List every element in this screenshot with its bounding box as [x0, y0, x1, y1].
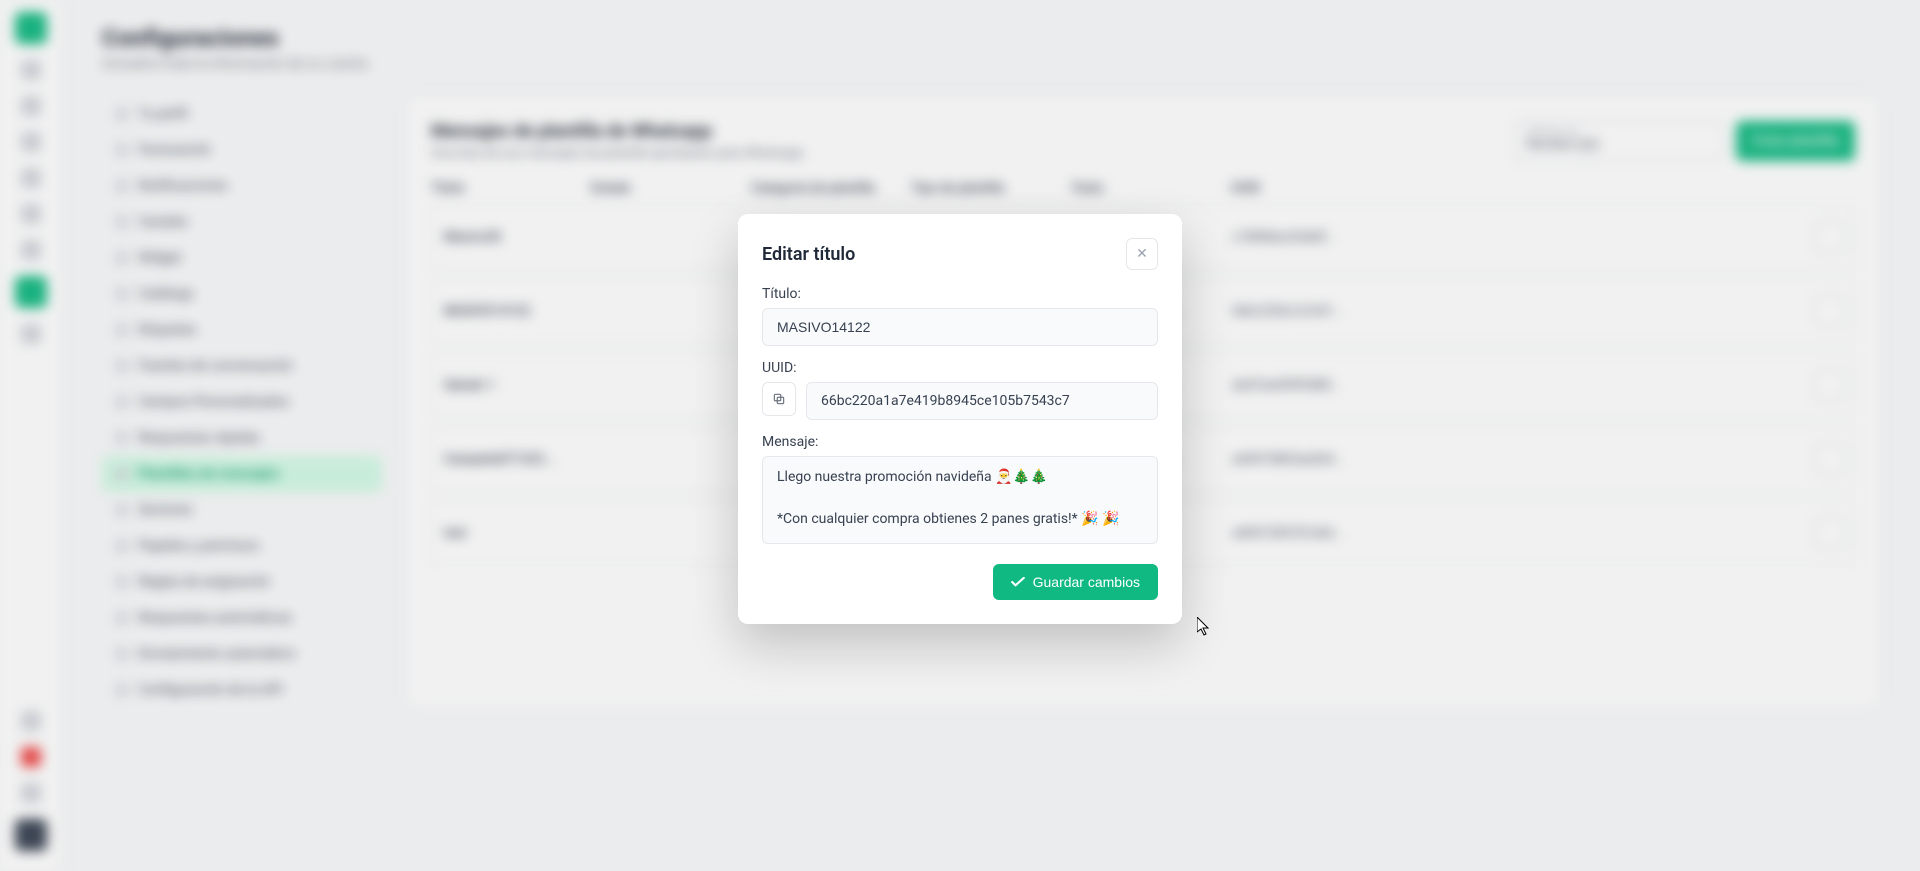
uuid-display: 66bc220a1a7e419b8945ce105b7543c7 [806, 382, 1158, 420]
label-mensaje: Mensaje: [762, 434, 1158, 450]
close-button[interactable]: ✕ [1126, 238, 1158, 270]
label-uuid: UUID: [762, 360, 1158, 376]
mouse-cursor [1197, 617, 1211, 637]
check-icon [1011, 577, 1025, 587]
save-label: Guardar cambios [1033, 574, 1140, 590]
label-titulo: Título: [762, 286, 1158, 302]
copy-uuid-button[interactable] [762, 382, 796, 416]
modal-overlay[interactable]: Editar título ✕ Título: UUID: 66bc220a1a… [0, 0, 1920, 871]
close-icon: ✕ [1136, 246, 1148, 262]
modal-title: Editar título [762, 244, 855, 265]
titulo-input[interactable] [762, 308, 1158, 346]
copy-icon [772, 392, 786, 406]
edit-title-modal: Editar título ✕ Título: UUID: 66bc220a1a… [738, 214, 1182, 624]
mensaje-textarea[interactable]: Llego nuestra promoción navideña 🎅🎄🎄*Con… [762, 456, 1158, 544]
save-button[interactable]: Guardar cambios [993, 564, 1158, 600]
